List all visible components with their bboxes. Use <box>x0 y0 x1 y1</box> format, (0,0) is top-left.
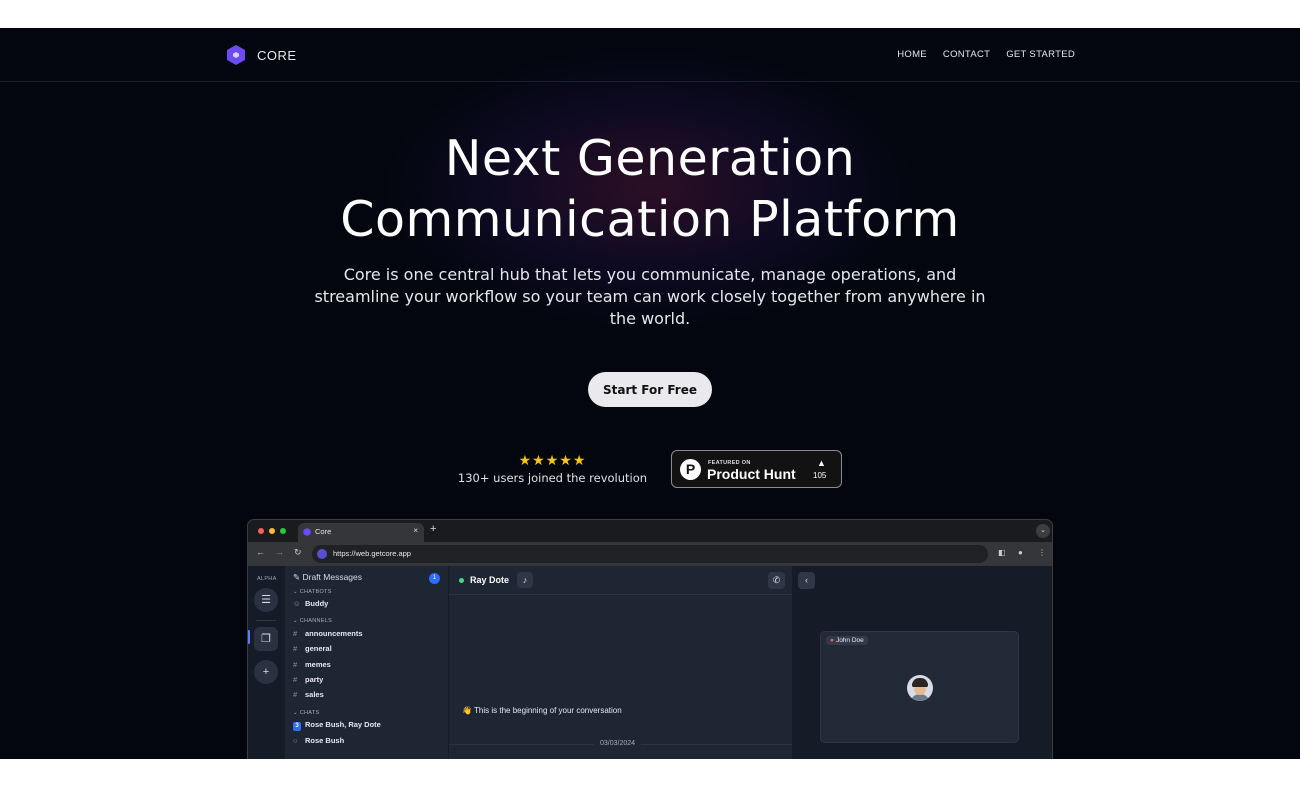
nav-links: HOME CONTACT GET STARTED <box>897 49 1075 60</box>
active-indicator <box>248 630 250 644</box>
add-workspace-icon[interactable]: + <box>254 660 278 684</box>
minimize-window-dot[interactable] <box>269 528 275 534</box>
sidebar-item-rose-bush[interactable]: ○ Rose Bush <box>293 736 344 745</box>
top-nav: CORE HOME CONTACT GET STARTED <box>0 28 1300 82</box>
collapse-panel-chevron-icon[interactable]: ‹ <box>798 572 815 589</box>
nav-get-started-link[interactable]: GET STARTED <box>1006 49 1075 60</box>
workspace-label: ALPHA <box>257 576 277 582</box>
chevron-down-icon: ⌄ <box>293 710 300 716</box>
muted-mic-icon: ● <box>830 637 834 644</box>
call-panel: ‹ ● John Doe <box>793 566 1052 759</box>
profile-icon[interactable]: ● <box>1018 548 1023 557</box>
draft-count-badge: 1 <box>429 573 440 584</box>
new-tab-icon[interactable]: + <box>430 523 436 535</box>
product-hunt-badge[interactable]: P FEATURED ON Product Hunt ▲ 105 <box>671 450 842 488</box>
conversation-start-text: 👋 This is the beginning of your conversa… <box>462 706 622 715</box>
hero-title-line2: Communication Platform <box>340 191 960 248</box>
hash-icon: # <box>293 644 298 653</box>
chat-header: Ray Dote ♪ ✆ <box>449 566 792 595</box>
close-window-dot[interactable] <box>258 528 264 534</box>
site-info-icon[interactable] <box>317 549 327 559</box>
hero-subtitle: Core is one central hub that lets you co… <box>314 265 986 328</box>
draft-messages-item[interactable]: ✎ Draft Messages <box>293 572 362 583</box>
rating-stars-icon: ★★★★★ <box>518 452 587 468</box>
status-circle-icon: ○ <box>293 736 298 745</box>
tab-search-chevron-icon[interactable]: ⌄ <box>1036 524 1050 538</box>
url-text: https://web.getcore.app <box>333 549 411 558</box>
chats-heading[interactable]: ⌄ CHATS <box>293 710 319 716</box>
participant-name: John Doe <box>835 637 864 644</box>
channels-heading[interactable]: ⌄ CHANNELS <box>293 618 332 624</box>
reload-icon[interactable]: ↻ <box>294 547 302 558</box>
phone-call-icon[interactable]: ✆ <box>768 572 785 589</box>
online-status-icon <box>459 578 464 583</box>
sidebar-item-group-chat[interactable]: 3 Rose Bush, Ray Dote <box>293 720 381 731</box>
brand-logo[interactable]: CORE <box>226 45 297 65</box>
sidebar-item-announcements[interactable]: # announcements <box>293 629 363 638</box>
date-label: 03/03/2024 <box>594 740 642 747</box>
back-arrow-icon[interactable]: ← <box>256 547 265 557</box>
rail-divider <box>256 620 276 621</box>
browser-menu-icon[interactable]: ⋮ <box>1038 548 1046 557</box>
upvote-arrow-icon: ▲ <box>817 458 826 468</box>
product-hunt-icon: P <box>680 459 701 480</box>
participant-tag: ● John Doe <box>826 636 868 645</box>
brand-name: CORE <box>257 47 297 63</box>
nav-contact-link[interactable]: CONTACT <box>943 49 990 60</box>
chat-panel: Ray Dote ♪ ✆ 👋 This is the beginning of … <box>449 566 792 759</box>
hash-icon: # <box>293 629 298 638</box>
sidebar-item-party[interactable]: # party <box>293 675 323 684</box>
chat-contact-name[interactable]: Ray Dote <box>470 575 509 585</box>
channel-sidebar: ✎ Draft Messages 1 ⌄ CHATBOTS ☺ Buddy ⌄ C… <box>285 566 448 759</box>
chats-icon[interactable]: ❐ <box>254 627 278 651</box>
browser-toolbar: ← → ↻ https://web.getcore.app ◧ ● ⋮ <box>248 542 1052 566</box>
browser-tab[interactable]: Core × <box>298 523 424 542</box>
bot-icon: ☺ <box>293 599 301 608</box>
upvote-count: 105 <box>813 471 827 480</box>
nav-home-link[interactable]: HOME <box>897 49 927 60</box>
core-app: ALPHA ☰ ❐ + ✎ Draft Messages 1 ⌄ CHATBOT… <box>248 566 1052 759</box>
sidebar-item-general[interactable]: # general <box>293 644 332 653</box>
landing-page: CORE HOME CONTACT GET STARTED Next Gener… <box>0 28 1300 759</box>
core-favicon-icon <box>303 528 311 536</box>
member-count-badge: 3 <box>293 722 301 731</box>
forward-arrow-icon[interactable]: → <box>275 547 284 557</box>
hero-title-line1: Next Generation <box>444 130 856 187</box>
hash-icon: # <box>293 690 298 699</box>
side-panel-icon[interactable]: ◧ <box>998 548 1006 557</box>
tab-title: Core <box>315 527 332 536</box>
rating-text: 130+ users joined the revolution <box>457 471 648 485</box>
video-tile[interactable]: ● John Doe <box>820 631 1019 743</box>
sidebar-item-buddy[interactable]: ☺ Buddy <box>293 599 328 608</box>
settings-sliders-icon[interactable]: ☰ <box>254 588 278 612</box>
start-for-free-button[interactable]: Start For Free <box>588 372 712 407</box>
browser-tab-bar: Core × + ⌄ <box>248 520 1052 542</box>
sidebar-item-memes[interactable]: # memes <box>293 660 331 669</box>
participant-avatar <box>907 675 933 701</box>
chatbots-heading[interactable]: ⌄ CHATBOTS <box>293 589 332 595</box>
hero-title: Next Generation Communication Platform <box>0 128 1300 250</box>
core-logo-icon <box>227 45 245 65</box>
browser-mockup: Core × + ⌄ ← → ↻ https://web.getcore.app… <box>247 519 1053 759</box>
music-note-icon[interactable]: ♪ <box>517 572 533 588</box>
address-bar[interactable]: https://web.getcore.app <box>312 545 988 563</box>
chevron-down-icon: ⌄ <box>293 618 300 624</box>
product-hunt-name: Product Hunt <box>707 466 796 482</box>
sidebar-item-sales[interactable]: # sales <box>293 690 324 699</box>
tab-close-icon[interactable]: × <box>413 526 418 535</box>
chevron-down-icon: ⌄ <box>293 589 300 595</box>
workspace-rail: ALPHA ☰ ❐ + <box>248 566 284 759</box>
hash-icon: # <box>293 660 298 669</box>
maximize-window-dot[interactable] <box>280 528 286 534</box>
hash-icon: # <box>293 675 298 684</box>
draft-messages-label: Draft Messages <box>302 572 363 582</box>
user-rating: ★★★★★ 130+ users joined the revolution <box>440 452 665 485</box>
